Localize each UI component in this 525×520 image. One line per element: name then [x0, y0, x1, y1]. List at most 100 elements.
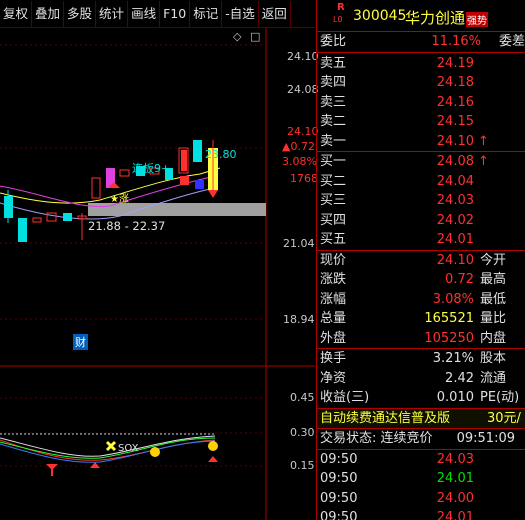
- bid-label: 买一: [320, 154, 347, 169]
- ask-row[interactable]: 卖二 24.15: [317, 112, 525, 132]
- stat-row: 换手 3.21% 股本: [317, 349, 525, 369]
- price-tick-low: 21.04: [283, 237, 315, 250]
- quote-row: 总量 165521 量比: [317, 309, 525, 329]
- stock-header: R L0 300045 华力创通 强势: [317, 0, 525, 32]
- ask-row[interactable]: 卖三 24.16: [317, 93, 525, 113]
- ask-label: 卖五: [320, 55, 347, 71]
- kline-chart[interactable]: ◇ □ 24.10 24.08 24.10 ▲0.72 3.08% 1768 2…: [0, 28, 319, 520]
- trade-price: 24.01: [436, 471, 474, 486]
- indicator-tick-2: 0.30: [290, 426, 315, 439]
- quote-row: 外盘 105250 内盘: [317, 329, 525, 349]
- bid-price: 24.02: [436, 212, 474, 228]
- toolbar-back-button[interactable]: 返回: [259, 1, 291, 27]
- toolbar-watchlist-button[interactable]: -自选: [222, 1, 259, 27]
- bid-row[interactable]: 买一 24.08 ↑: [317, 152, 525, 172]
- stat-right-label: 股本: [480, 351, 507, 366]
- star-label: ★涨: [110, 194, 129, 205]
- quote-right-label: 最低: [480, 291, 507, 307]
- bid-price: 24.03: [436, 193, 474, 208]
- ask-row[interactable]: 卖一 24.10 ↑: [317, 132, 525, 152]
- kline-svg: [0, 28, 315, 520]
- quote-value: 105250: [424, 330, 474, 346]
- quote-panel: R L0 300045 华力创通 强势 委比 11.16% 委差 卖五 24.19…: [316, 0, 525, 520]
- trading-status-row: 交易状态: 连续竞价 09:51:09: [317, 429, 525, 449]
- fundamental-stats: 换手 3.21% 股本 净资 2.42 流通 收益(三) 0.010 PE(动): [317, 349, 525, 408]
- trade-price: 24.03: [436, 451, 474, 467]
- ask-label: 卖三: [320, 94, 347, 110]
- limit-up-annotation: 连板9+: [132, 162, 171, 175]
- stat-value: 2.42: [445, 370, 474, 386]
- misc-label: SOX: [118, 443, 139, 454]
- ask-price: 24.19: [436, 55, 474, 71]
- chart-toolbar: 复权 叠加 多股 统计 画线 F10 标记 -自选 返回: [0, 0, 315, 28]
- quote-stats: 现价 24.10 今开 涨跌 0.72 最高 涨幅 3.08% 最低 总量 165521 量比 …: [317, 251, 525, 349]
- ask-price: 24.10: [436, 133, 474, 149]
- toolbar-overlay-button[interactable]: 叠加: [32, 1, 65, 27]
- commission-value: 11.16%: [431, 34, 481, 49]
- subscription-ad[interactable]: 自动续费通达信普及版 30元/: [317, 408, 525, 428]
- ask-price: 24.15: [436, 114, 474, 129]
- quote-row: 涨幅 3.08% 最低: [317, 290, 525, 310]
- toolbar-f10-button[interactable]: F10: [160, 1, 191, 27]
- logo-bottom: L0: [333, 15, 343, 24]
- quote-label: 涨跌: [320, 272, 347, 287]
- toolbar-mark-button[interactable]: 标记: [190, 1, 223, 27]
- price-tick-high: 24.10: [287, 50, 319, 63]
- range-label: 21.88 - 22.37: [88, 219, 166, 233]
- ad-price: 30元/: [487, 410, 521, 426]
- stat-row: 收益(三) 0.010 PE(动): [317, 388, 525, 408]
- logo-top: R: [337, 2, 345, 13]
- stat-label: 收益(三): [320, 390, 370, 405]
- toolbar-fuquan-button[interactable]: 复权: [0, 1, 33, 27]
- quote-row: 现价 24.10 今开: [317, 251, 525, 271]
- diamond-icon[interactable]: ◇: [233, 30, 241, 43]
- toolbar-stats-button[interactable]: 统计: [96, 1, 129, 27]
- commission-diff-label: 委差: [498, 34, 525, 49]
- bid-price: 24.08: [436, 154, 474, 169]
- quote-value: 3.08%: [432, 291, 474, 307]
- expand-icon[interactable]: □: [250, 30, 260, 43]
- quote-value: 24.10: [436, 252, 474, 268]
- stat-label: 净资: [320, 370, 347, 386]
- trade-time: 09:50: [320, 451, 358, 467]
- pct-tag: 3.08%: [282, 155, 317, 168]
- stat-right-label: PE(动): [480, 390, 520, 405]
- bid-price: 24.01: [436, 232, 474, 247]
- up-arrow-icon: ↑: [478, 133, 489, 149]
- quote-row: 涨跌 0.72 最高: [317, 270, 525, 290]
- candle-price-label: 23.80: [205, 148, 237, 161]
- ask-row[interactable]: 卖五 24.19: [317, 54, 525, 74]
- trade-price: 24.00: [436, 490, 474, 506]
- toolbar-draw-button[interactable]: 画线: [128, 1, 161, 27]
- ask-label: 卖二: [320, 114, 347, 129]
- trade-row: 09:50 24.00: [317, 489, 525, 509]
- quote-label: 涨幅: [320, 291, 347, 307]
- up-arrow-icon: ↑: [478, 154, 489, 169]
- bid-row[interactable]: 买五 24.01: [317, 230, 525, 250]
- ad-text: 自动续费通达信普及版: [320, 410, 451, 426]
- bid-list: 买一 24.08 ↑ 买二 24.04 买三 24.03 买四 24.02 买五 24.01: [317, 152, 525, 250]
- quote-label: 总量: [320, 311, 347, 326]
- trade-ticks: 09:50 24.03 09:50 24.01 09:50 24.00 09:50 24…: [317, 450, 525, 520]
- bid-label: 买四: [320, 212, 347, 228]
- stock-name[interactable]: 华力创通: [405, 7, 465, 28]
- bid-row[interactable]: 买四 24.02: [317, 211, 525, 231]
- quote-right-label: 最高: [480, 272, 507, 287]
- trade-time: 09:50: [320, 471, 358, 486]
- finance-badge[interactable]: 财: [73, 334, 88, 350]
- trading-status-label: 交易状态: 连续竞价: [320, 431, 433, 446]
- ask-list: 卖五 24.19 卖四 24.18 卖三 24.16 卖二 24.15 卖一 24.10 ↑: [317, 54, 525, 152]
- bid-row[interactable]: 买二 24.04: [317, 172, 525, 192]
- trading-status-time: 09:51:09: [456, 431, 515, 446]
- price-tick-2: 24.08: [287, 83, 319, 96]
- ask-price: 24.16: [436, 94, 474, 110]
- quote-label: 现价: [320, 252, 347, 268]
- indicator-tick-1: 0.45: [290, 391, 315, 404]
- stock-code: 300045: [353, 8, 407, 24]
- commission-label: 委比: [320, 34, 347, 49]
- trade-price: 24.01: [436, 510, 474, 520]
- ask-row[interactable]: 卖四 24.18: [317, 73, 525, 93]
- trade-row: 09:50 24.03: [317, 450, 525, 470]
- bid-row[interactable]: 买三 24.03: [317, 191, 525, 211]
- toolbar-multistock-button[interactable]: 多股: [64, 1, 97, 27]
